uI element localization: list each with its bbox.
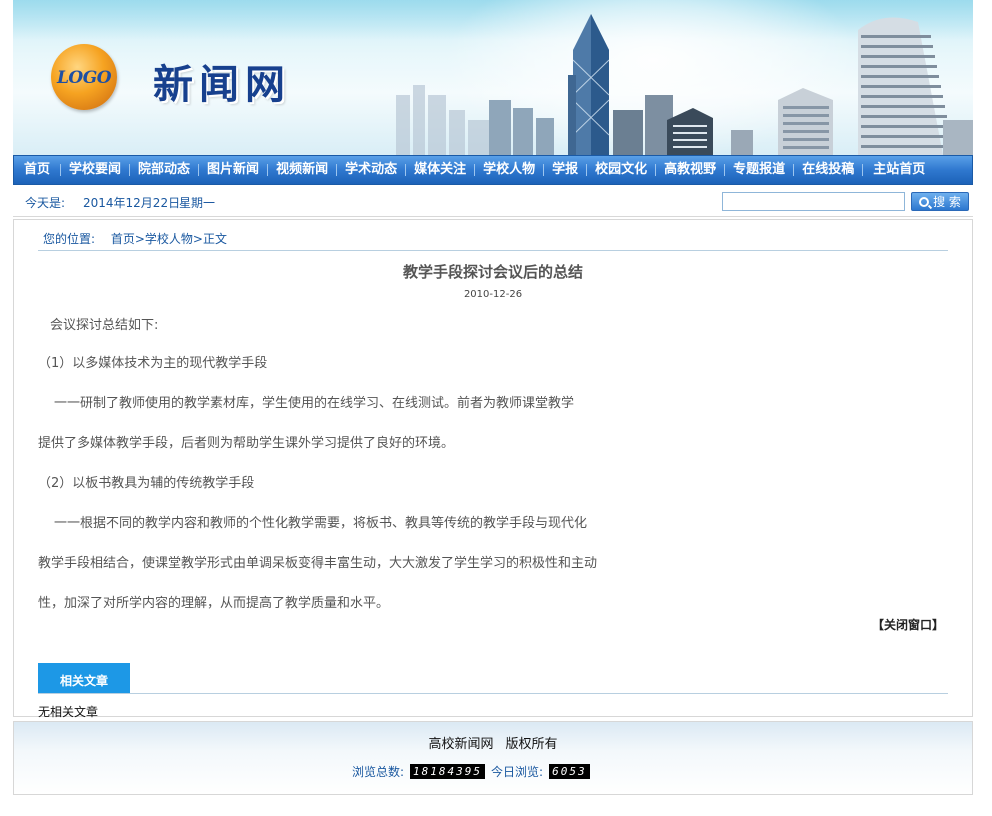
article-title: 教学手段探讨会议后的总结 bbox=[402, 263, 583, 281]
article-paragraph: 一一根据不同的教学内容和教师的个性化教学需要，将板书、教具等传统的教学手段与现代… bbox=[54, 516, 588, 531]
article-paragraph: 提供了多媒体教学手段，后者则为帮助学生课外学习提供了良好的环境。 bbox=[38, 436, 455, 451]
site-logo[interactable]: LOGO bbox=[51, 44, 117, 110]
footer-rights: 版权所有 bbox=[505, 737, 558, 752]
search-icon bbox=[919, 196, 930, 207]
article-paragraph: 教学手段相结合，使课堂教学形式由单调呆板变得丰富生动，大大激发了学生学习的积极性… bbox=[38, 556, 598, 571]
today-visits-label: 今日浏览: bbox=[491, 765, 544, 779]
nav-item[interactable]: 专题报道 bbox=[725, 156, 793, 184]
article-paragraph: 性，加深了对所学内容的理解，从而提高了教学质量和水平。 bbox=[38, 596, 390, 611]
date-label: 今天是: bbox=[25, 196, 66, 210]
footer-site-name: 高校新闻网 bbox=[428, 737, 494, 752]
nav-item[interactable]: 校园文化 bbox=[587, 156, 655, 184]
nav-item[interactable]: 学校要闻 bbox=[61, 156, 129, 184]
logo-text: LOGO bbox=[56, 68, 112, 88]
related-articles-tab[interactable]: 相关文章 bbox=[38, 663, 130, 693]
nav-item[interactable]: 高教视野 bbox=[656, 156, 724, 184]
nav-item[interactable]: 学校人物 bbox=[475, 156, 543, 184]
nav-item[interactable]: 图片新闻 bbox=[199, 156, 267, 184]
total-visits-counter: 18184395 bbox=[410, 764, 486, 779]
close-window-link[interactable]: 【关闭窗口】 bbox=[872, 616, 944, 633]
today-visits-counter: 6053 bbox=[549, 764, 590, 779]
related-empty-text: 无相关文章 bbox=[38, 705, 99, 719]
site-name: 新闻网 bbox=[153, 61, 291, 108]
nav-item[interactable]: 媒体关注 bbox=[406, 156, 474, 184]
breadcrumb-divider bbox=[38, 250, 948, 251]
nav-item[interactable]: 主站首页 bbox=[863, 156, 935, 184]
nav-item[interactable]: 学报 bbox=[544, 156, 586, 184]
article-container: 您的位置: 首页>学校人物>正文 教学手段探讨会议后的总结 2010-12-26… bbox=[13, 219, 973, 719]
breadcrumb-path[interactable]: 首页>学校人物>正文 bbox=[111, 232, 227, 246]
current-weekday: 星期一 bbox=[179, 196, 216, 210]
search-input[interactable] bbox=[722, 192, 905, 211]
article-paragraph: （2）以板书教具为辅的传统教学手段 bbox=[38, 476, 255, 491]
nav-item[interactable]: 在线投稿 bbox=[794, 156, 862, 184]
footer: 高校新闻网 版权所有 浏览总数: 18184395 今日浏览: 6053 bbox=[13, 721, 973, 795]
search-button-label: 搜 索 bbox=[933, 195, 961, 209]
nav-item[interactable]: 学术动态 bbox=[337, 156, 405, 184]
page-wrapper: LOGO 新闻网 首页 学校要闻 院部动态 图片新闻 视频新闻 学术动态 媒体关注 学校人物学… bbox=[13, 0, 973, 795]
visit-counters: 浏览总数: 18184395 今日浏览: 6053 bbox=[352, 763, 596, 780]
article-paragraph: 一一研制了教师使用的教学素材库，学生使用的在线学习、在线测试。前者为教师课堂教学 bbox=[54, 396, 575, 411]
nav-item[interactable]: 首页 bbox=[14, 156, 60, 184]
current-date: 2014年12月22日 bbox=[83, 196, 181, 210]
total-visits-label: 浏览总数: bbox=[352, 765, 405, 779]
breadcrumb: 您的位置: 首页>学校人物>正文 bbox=[43, 230, 227, 247]
main-nav: 首页 学校要闻 院部动态 图片新闻 视频新闻 学术动态 媒体关注 学校人物 学报 校园文化 高教视野… bbox=[13, 155, 973, 185]
article-paragraph: 会议探讨总结如下: bbox=[50, 318, 159, 333]
date-search-bar: 今天是: 2014年12月22日 星期一 搜 索 bbox=[13, 186, 973, 217]
nav-item[interactable]: 院部动态 bbox=[130, 156, 198, 184]
header-banner: LOGO 新闻网 bbox=[13, 0, 973, 155]
footer-copyright: 高校新闻网 版权所有 bbox=[14, 733, 972, 752]
nav-item[interactable]: 视频新闻 bbox=[268, 156, 336, 184]
search-button[interactable]: 搜 索 bbox=[911, 192, 969, 211]
related-divider bbox=[38, 693, 948, 694]
article-paragraph: （1）以多媒体技术为主的现代教学手段 bbox=[38, 356, 268, 371]
breadcrumb-label: 您的位置: bbox=[43, 232, 96, 246]
article-date: 2010-12-26 bbox=[463, 289, 523, 300]
